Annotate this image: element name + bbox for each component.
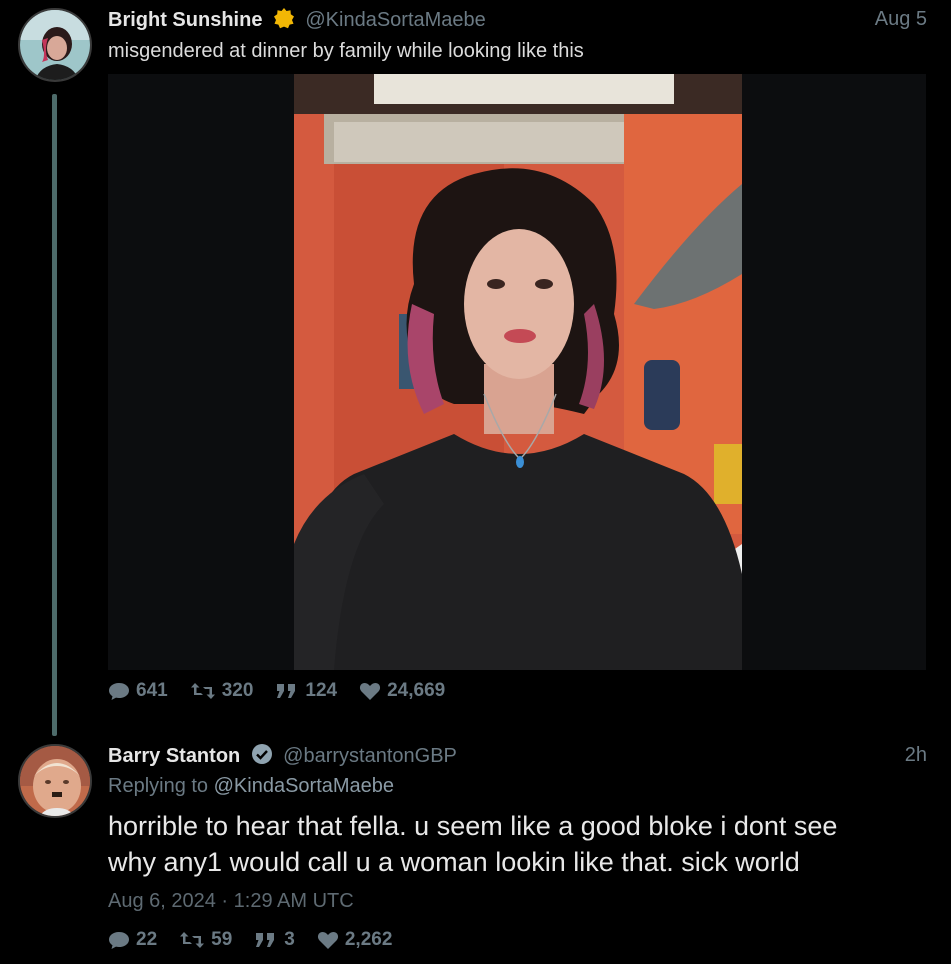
handle[interactable]: @KindaSortaMaebe <box>305 9 485 31</box>
reply-text-line2: why any1 would call u a woman lookin lik… <box>108 847 800 877</box>
tweet2-header: Barry Stanton @barrystantonGBP <box>108 743 457 770</box>
thread-line <box>52 94 57 736</box>
tweet-text: misgendered at dinner by family while lo… <box>108 40 584 62</box>
quote-count: 124 <box>305 680 338 701</box>
reply-text-line1: horrible to hear that fella. u seem like… <box>108 811 838 841</box>
quote-button[interactable]: 124 <box>275 680 337 702</box>
replying-to: Replying to @KindaSortaMaebe <box>108 775 394 798</box>
quote-icon <box>256 933 275 947</box>
quote-icon <box>277 684 296 698</box>
tweet-media[interactable] <box>108 74 926 670</box>
reply-icon <box>109 932 129 949</box>
retweet-count: 59 <box>211 929 233 950</box>
reply-button[interactable]: 22 <box>108 929 157 951</box>
display-name[interactable]: Barry Stanton <box>108 745 240 767</box>
retweet-icon <box>180 932 205 948</box>
reply-icon <box>109 683 129 700</box>
tweet1-actions: 641 320 124 24,669 <box>108 680 445 702</box>
tweet1-header: Bright Sunshine @KindaSortaMaebe <box>108 7 486 34</box>
like-count: 2,262 <box>344 929 393 950</box>
like-button[interactable]: 24,669 <box>359 680 445 702</box>
heart-icon <box>360 683 381 700</box>
like-button[interactable]: 2,262 <box>317 929 393 951</box>
retweet-button[interactable]: 59 <box>179 929 232 951</box>
reply-button[interactable]: 641 <box>108 680 168 702</box>
reply-text: horrible to hear that fella. u seem like… <box>108 808 928 880</box>
display-name[interactable]: Bright Sunshine <box>108 9 262 31</box>
tweet2-actions: 22 59 3 2,262 <box>108 929 392 951</box>
avatar-bright-sunshine[interactable] <box>18 8 92 82</box>
tweet-time[interactable]: Aug 5 <box>875 8 927 31</box>
selfie-photo <box>294 74 742 670</box>
reply-count: 641 <box>136 680 168 701</box>
retweet-icon <box>190 683 215 699</box>
like-count: 24,669 <box>387 680 446 701</box>
replying-prefix: Replying to <box>108 775 209 797</box>
quote-count: 3 <box>284 929 295 950</box>
tweet-date[interactable]: Aug 6, 2024 · 1:29 AM UTC <box>108 890 354 913</box>
heart-icon <box>317 932 338 949</box>
avatar-barry-stanton[interactable] <box>18 744 92 818</box>
tweet-time[interactable]: 2h <box>905 744 927 767</box>
quote-button[interactable]: 3 <box>254 929 295 951</box>
replying-to-handle[interactable]: @KindaSortaMaebe <box>214 775 394 797</box>
reply-count: 22 <box>136 929 158 950</box>
retweet-button[interactable]: 320 <box>190 680 254 702</box>
gold-verified-icon <box>273 7 295 34</box>
verified-icon <box>251 743 273 770</box>
retweet-count: 320 <box>221 680 254 701</box>
handle[interactable]: @barrystantonGBP <box>283 745 457 767</box>
tweet-original: Bright Sunshine @KindaSortaMaebe Aug 5 m… <box>0 0 951 736</box>
